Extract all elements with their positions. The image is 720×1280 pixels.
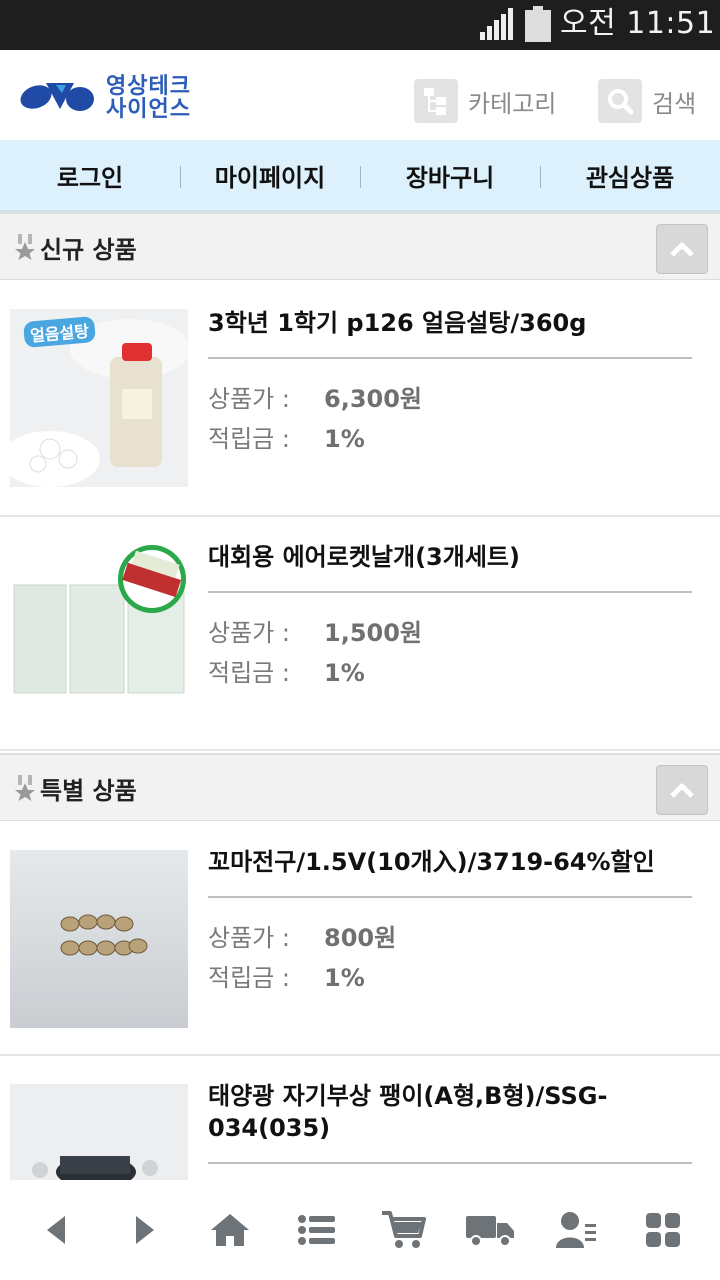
price-label: 상품가 : (208, 924, 290, 952)
product-image[interactable] (10, 850, 188, 1028)
status-bar: 오전 11:51 (0, 0, 720, 50)
price-value: 800원 (324, 924, 397, 952)
logo-text-line1: 영상테크 (106, 74, 191, 99)
delivery-truck-icon (465, 1216, 514, 1247)
site-logo[interactable]: 영상테크 사이언스 (18, 75, 228, 125)
product-points-row: 적립금 : 1% (208, 419, 365, 454)
points-value: 1% (324, 964, 365, 992)
cart-icon (382, 1211, 427, 1248)
battery-icon (525, 6, 551, 42)
collapse-special-button[interactable] (656, 765, 708, 815)
product-item[interactable]: 꼬마전구/1.5V(10개入)/3719-64%할인 상품가 : 800원 적립금… (0, 822, 720, 1056)
category-button[interactable]: 카테고리 (414, 78, 556, 124)
signal-icon (480, 8, 513, 40)
section-title-special: 특별 상품 (40, 777, 137, 805)
product-name[interactable]: 꼬마전구/1.5V(10개入)/3719-64%할인 (208, 846, 698, 878)
nav-wishlist[interactable]: 관심상품 (540, 140, 720, 210)
product-divider (208, 591, 692, 593)
points-label: 적립금 : (208, 659, 290, 687)
section-title-new: 신규 상품 (40, 236, 137, 264)
product-name[interactable]: 대회용 에어로켓날개(3개세트) (208, 541, 698, 573)
product-price-row: 상품가 : 6,300원 (208, 379, 422, 414)
logo-mark-icon (20, 83, 94, 111)
logo-text-line2: 사이언스 (106, 97, 191, 122)
price-label: 상품가 : (208, 619, 290, 647)
chevron-up-icon (670, 242, 694, 257)
product-image[interactable] (10, 545, 188, 723)
back-button[interactable] (27, 1200, 87, 1260)
list-button[interactable] (287, 1200, 347, 1260)
price-value: 6,300원 (324, 385, 422, 413)
product-item[interactable]: 얼음설탕 3학년 1학기 p126 얼음설탕/360g 상품가 :6,300원 … (0, 281, 720, 517)
points-label: 적립금 : (208, 425, 290, 453)
product-name[interactable]: 3학년 1학기 p126 얼음설탕/360g (208, 307, 698, 339)
section-header-new: 신규 상품 (0, 212, 720, 280)
section-header-special: 특별 상품 (0, 753, 720, 821)
top-nav: 로그인 마이페이지 장바구니 관심상품 (0, 140, 720, 212)
product-image[interactable]: 얼음설탕 (10, 309, 188, 487)
product-points-row: 적립금 : 1% (208, 653, 365, 688)
home-icon (211, 1214, 250, 1246)
product-points-row: 적립금 : 1% (208, 958, 365, 993)
medal-star-icon (15, 234, 35, 260)
nav-mypage[interactable]: 마이페이지 (180, 140, 360, 210)
home-button[interactable] (200, 1200, 260, 1260)
price-label: 상품가 : (208, 385, 290, 413)
logo-text: 영상테크 사이언스 (106, 75, 191, 121)
medal-star-icon (15, 775, 35, 801)
nav-login[interactable]: 로그인 (0, 140, 180, 210)
chevron-up-icon (670, 783, 694, 798)
back-icon (47, 1216, 66, 1244)
product-item[interactable]: 태양광 자기부상 팽이(A형,B형)/SSG-034(035) (0, 1056, 720, 1180)
forward-icon (135, 1216, 154, 1244)
points-value: 1% (324, 425, 365, 453)
grid-menu-icon (645, 1213, 680, 1247)
bottom-toolbar (0, 1180, 720, 1280)
delivery-button[interactable] (460, 1200, 520, 1260)
category-label: 카테고리 (468, 89, 557, 118)
product-name[interactable]: 태양광 자기부상 팽이(A형,B형)/SSG-034(035) (208, 1080, 698, 1144)
user-profile-icon (556, 1212, 597, 1248)
product-divider (208, 896, 692, 898)
list-icon (297, 1215, 335, 1245)
product-price-row: 상품가 : 1,500원 (208, 613, 422, 648)
site-header: 영상테크 사이언스 카테고리 검색 (0, 50, 720, 140)
forward-button[interactable] (114, 1200, 174, 1260)
menu-grid-button[interactable] (633, 1200, 693, 1260)
product-divider (208, 357, 692, 359)
search-icon (598, 79, 642, 123)
product-item[interactable]: 대회용 에어로켓날개(3개세트) 상품가 : 1,500원 적립금 : 1% (0, 517, 720, 751)
price-value: 1,500원 (324, 619, 422, 647)
category-icon (414, 79, 458, 123)
nav-cart[interactable]: 장바구니 (360, 140, 540, 210)
points-label: 적립금 : (208, 964, 290, 992)
status-time: 오전 11:51 (560, 6, 716, 41)
product-image[interactable] (10, 1084, 188, 1180)
product-price-row: 상품가 : 800원 (208, 918, 396, 953)
search-label: 검색 (652, 89, 697, 118)
search-button[interactable]: 검색 (598, 78, 696, 124)
points-value: 1% (324, 659, 365, 687)
collapse-new-button[interactable] (656, 224, 708, 274)
product-divider (208, 1162, 692, 1164)
account-button[interactable] (546, 1200, 606, 1260)
cart-button[interactable] (373, 1200, 433, 1260)
